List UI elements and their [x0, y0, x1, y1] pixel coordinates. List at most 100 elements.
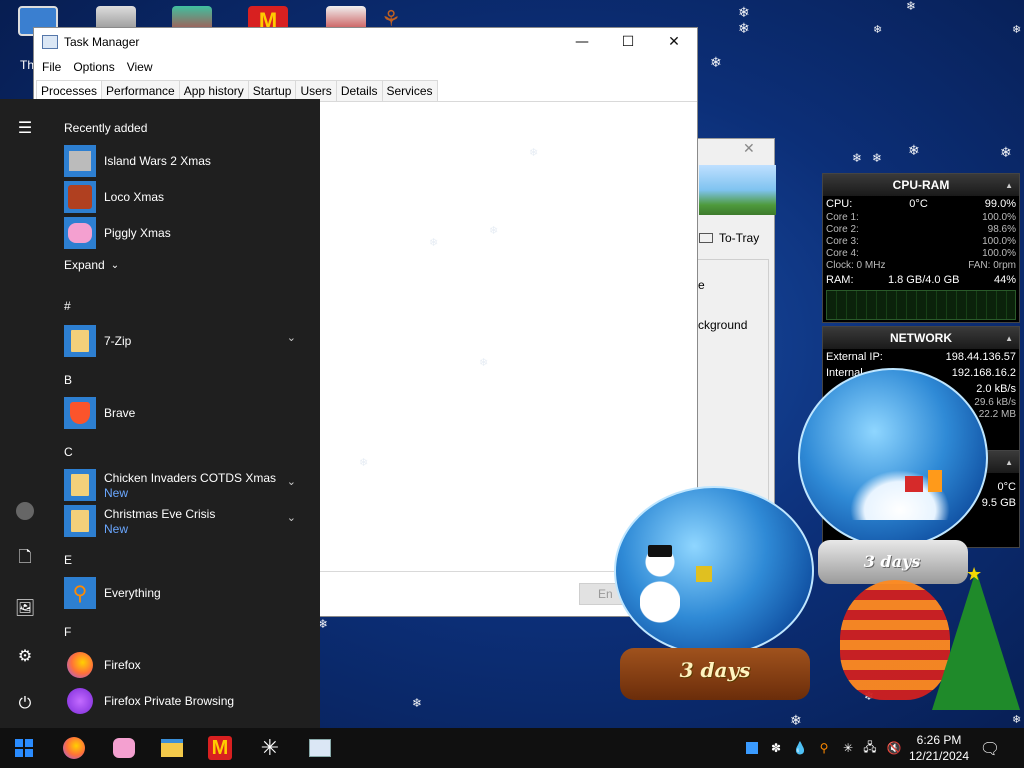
ram-graph [826, 290, 1016, 320]
section-letter[interactable]: B [64, 373, 72, 387]
tab-details[interactable]: Details [335, 80, 383, 101]
collapse-icon[interactable]: ▲ [1005, 334, 1013, 343]
cpu-ram-widget[interactable]: CPU-RAM ▲ CPU: 0°C 99.0% Core 1: 100.0% Core… [822, 173, 1020, 323]
settings-gear-icon[interactable]: ⚙ [15, 645, 35, 665]
tray-icon [699, 233, 713, 243]
brave-icon [64, 397, 96, 429]
menu-bar: File Options View [34, 56, 697, 78]
folder-icon [64, 325, 96, 357]
task-manager-icon[interactable] [308, 736, 332, 760]
app-loco-xmas[interactable]: Loco Xmas [64, 181, 312, 213]
core-row: Core 1: 100.0% [826, 212, 1016, 223]
tray-snowflake-icon[interactable]: ✳ [840, 740, 856, 756]
task-manager-icon [42, 35, 58, 49]
tab-users[interactable]: Users [295, 80, 337, 101]
app-chicken-invaders[interactable]: Chicken Invaders COTDS Xmas New ⌄ [64, 469, 312, 501]
user-avatar[interactable] [15, 501, 35, 521]
clock-time: 6:26 PM [916, 733, 962, 747]
firefox-icon[interactable] [62, 736, 86, 760]
firefox-private-icon [64, 685, 96, 717]
chevron-down-icon[interactable]: ⌄ [287, 511, 296, 524]
collapse-icon[interactable]: ▲ [1005, 181, 1013, 190]
folder-icon [64, 505, 96, 537]
close-icon[interactable]: ✕ [743, 141, 755, 157]
chevron-down-icon: ⌄ [110, 259, 120, 271]
countdown-label: 3 days [679, 658, 751, 682]
banner-image [699, 165, 776, 215]
desktop-icon-label: Th [20, 58, 35, 72]
hamburger-menu-icon[interactable]: ☰ [15, 117, 35, 137]
piggly-icon [64, 217, 96, 249]
tab-app-history[interactable]: App history [178, 80, 249, 101]
new-badge: New [104, 521, 129, 536]
start-rail: ☰ 🗋 🖼 ⚙ ⏻ [0, 99, 50, 728]
app-christmas-eve-crisis[interactable]: Christmas Eve Crisis New ⌄ [64, 505, 312, 537]
menu-view[interactable]: View [123, 60, 161, 74]
cpu-row: CPU: 0°C 99.0% [826, 198, 1016, 210]
new-badge: New [104, 485, 129, 500]
core-row: Core 2: 98.6% [826, 224, 1016, 235]
tab-performance[interactable]: Performance [101, 80, 180, 101]
close-button[interactable]: ✕ [651, 28, 697, 56]
to-tray-button[interactable]: To-Tray [699, 231, 759, 245]
search-icon: ⚲ [64, 577, 96, 609]
notifications-icon[interactable]: 🗨 [980, 739, 1000, 758]
app-brave[interactable]: Brave [64, 397, 312, 429]
start-menu[interactable]: ☰ 🗋 🖼 ⚙ ⏻ Recently added Island Wars 2 X… [0, 99, 320, 728]
expand-button[interactable]: Expand ⌄ [64, 253, 312, 277]
taskbar-clock[interactable]: 6:26 PM 12/21/2024 [906, 732, 972, 764]
tab-services[interactable]: Services [381, 80, 438, 101]
app-island-wars-2-xmas[interactable]: Island Wars 2 Xmas [64, 145, 312, 177]
section-letter[interactable]: # [64, 299, 71, 313]
file-explorer-icon[interactable] [160, 736, 184, 760]
taskbar: M ✳ ✽ 💧 ⚲ ✳ 🖧 🔇 6:26 PM 12/21/2024 🗨 [0, 728, 1024, 768]
chevron-down-icon[interactable]: ⌄ [287, 331, 296, 344]
network-icon[interactable]: 🖧 [862, 740, 878, 756]
countdown-label: 3 days [863, 552, 921, 571]
tray-drop-icon[interactable]: 💧 [792, 740, 808, 756]
label-fragment: e [698, 278, 705, 292]
section-letter[interactable]: C [64, 445, 73, 459]
window-title: Task Manager [64, 35, 140, 49]
minimize-button[interactable]: — [559, 28, 605, 56]
core-row: Core 4: 100.0% [826, 248, 1016, 259]
section-letter[interactable]: F [64, 625, 71, 639]
collapse-icon[interactable]: ▲ [1005, 458, 1013, 467]
menu-options[interactable]: Options [69, 60, 122, 74]
windows-start-icon[interactable] [12, 736, 36, 760]
piggly-icon[interactable] [112, 736, 136, 760]
menu-file[interactable]: File [38, 60, 69, 74]
tray-search-icon[interactable]: ⚲ [816, 740, 832, 756]
app-7-zip[interactable]: 7-Zip ⌄ [64, 325, 312, 357]
island-wars-icon [64, 145, 96, 177]
tray-square-icon[interactable] [744, 740, 760, 756]
external-ip-row: External IP: 198.44.136.57 [826, 351, 1016, 363]
tab-processes[interactable]: Processes [36, 80, 103, 101]
widget-header: CPU-RAM ▲ [823, 174, 1019, 196]
app-firefox[interactable]: Firefox [64, 649, 312, 681]
tab-startup[interactable]: Startup [247, 80, 297, 101]
pictures-icon[interactable]: 🖼 [15, 597, 35, 617]
folder-icon [64, 469, 96, 501]
firefox-icon [64, 649, 96, 681]
recently-added-header: Recently added [64, 121, 148, 135]
app-piggly-xmas[interactable]: Piggly Xmas [64, 217, 312, 249]
volume-muted-icon[interactable]: 🔇 [886, 740, 902, 756]
app-firefox-private[interactable]: Firefox Private Browsing [64, 685, 312, 717]
title-bar[interactable]: Task Manager — ☐ ✕ [34, 28, 697, 56]
ram-row: RAM: 1.8 GB/4.0 GB 44% [826, 274, 1016, 286]
loco-xmas-icon [64, 181, 96, 213]
maximize-button[interactable]: ☐ [605, 28, 651, 56]
mcdonalds-icon[interactable]: M [208, 736, 232, 760]
clock-date: 12/21/2024 [908, 749, 970, 763]
chevron-down-icon[interactable]: ⌄ [287, 475, 296, 488]
clock-fan-row: Clock: 0 MHz FAN: 0rpm [826, 260, 1016, 271]
section-letter[interactable]: E [64, 553, 72, 567]
documents-icon[interactable]: 🗋 [15, 547, 35, 569]
snowflake-app-icon[interactable]: ✳ [258, 736, 282, 761]
power-icon[interactable]: ⏻ [15, 693, 35, 713]
label-fragment: ckground [698, 318, 748, 332]
tray-app-icon[interactable]: ✽ [768, 740, 784, 756]
app-everything[interactable]: ⚲ Everything [64, 577, 312, 609]
widget-header: NETWORK ▲ [823, 327, 1019, 349]
